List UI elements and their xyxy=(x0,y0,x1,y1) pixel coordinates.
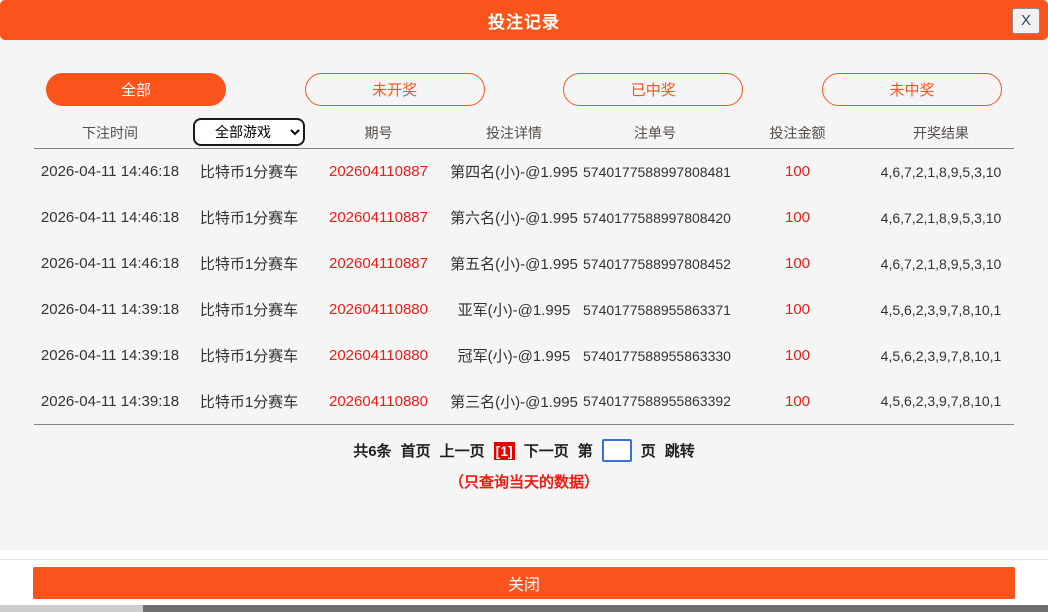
close-x-button[interactable]: X xyxy=(1012,8,1040,34)
bet-details-cell: 冠军(小)-@1.995 xyxy=(445,333,583,379)
bet-amount-cell: 100 xyxy=(727,333,868,379)
scrollbar-thumb[interactable] xyxy=(143,605,1048,612)
order-number-cell: 5740177588997808481 xyxy=(583,149,727,195)
header-game-filter: 全部游戏 xyxy=(186,118,312,149)
table-row: 2026-04-11 14:46:18 比特币1分赛车 202604110887… xyxy=(34,241,1014,287)
game-filter-select[interactable]: 全部游戏 xyxy=(193,118,305,146)
next-page-link[interactable]: 下一页 xyxy=(524,440,569,461)
page-title: 投注记录 xyxy=(488,8,560,33)
bet-time-cell: 2026-04-11 14:39:18 xyxy=(34,287,186,333)
game-name-cell: 比特币1分赛车 xyxy=(186,149,312,195)
order-number-cell: 5740177588955863330 xyxy=(583,333,727,379)
table-row: 2026-04-11 14:39:18 比特币1分赛车 202604110880… xyxy=(34,287,1014,333)
bet-details-cell: 第四名(小)-@1.995 xyxy=(445,149,583,195)
total-count-label: 共6条 xyxy=(353,440,391,461)
game-name-cell: 比特币1分赛车 xyxy=(186,379,312,425)
records-body: 2026-04-11 14:46:18 比特币1分赛车 202604110887… xyxy=(34,149,1014,425)
footer-divider xyxy=(0,550,1048,560)
game-name-cell: 比特币1分赛车 xyxy=(186,195,312,241)
filter-won-button[interactable]: 已中奖 xyxy=(563,73,743,106)
bet-time-cell: 2026-04-11 14:39:18 xyxy=(34,379,186,425)
table-row: 2026-04-11 14:39:18 比特币1分赛车 202604110880… xyxy=(34,379,1014,425)
modal-footer: 关闭 xyxy=(0,550,1048,605)
header-bet-time: 下注时间 xyxy=(34,118,186,149)
draw-result-cell: 4,6,7,2,1,8,9,5,3,10 xyxy=(868,149,1014,195)
draw-result-cell: 4,5,6,2,3,9,7,8,10,1 xyxy=(868,379,1014,425)
filter-all-button[interactable]: 全部 xyxy=(46,73,226,106)
header-draw-result: 开奖结果 xyxy=(868,118,1014,149)
jump-prefix-label: 第 xyxy=(578,440,593,461)
header-bet-details: 投注详情 xyxy=(445,118,583,149)
close-button[interactable]: 关闭 xyxy=(33,567,1015,599)
table-row: 2026-04-11 14:39:18 比特币1分赛车 202604110880… xyxy=(34,333,1014,379)
game-name-cell: 比特币1分赛车 xyxy=(186,241,312,287)
header-order-number: 注单号 xyxy=(583,118,727,149)
filter-lost-button[interactable]: 未中奖 xyxy=(822,73,1002,106)
bet-amount-cell: 100 xyxy=(727,241,868,287)
bet-details-cell: 亚军(小)-@1.995 xyxy=(445,287,583,333)
draw-result-cell: 4,6,7,2,1,8,9,5,3,10 xyxy=(868,241,1014,287)
period-cell: 202604110887 xyxy=(312,195,445,241)
bet-time-cell: 2026-04-11 14:39:18 xyxy=(34,333,186,379)
modal-titlebar: 投注记录 X xyxy=(0,0,1048,40)
period-cell: 202604110880 xyxy=(312,287,445,333)
table-row: 2026-04-11 14:46:18 比特币1分赛车 202604110887… xyxy=(34,195,1014,241)
period-cell: 202604110887 xyxy=(312,149,445,195)
bet-time-cell: 2026-04-11 14:46:18 xyxy=(34,195,186,241)
draw-result-cell: 4,5,6,2,3,9,7,8,10,1 xyxy=(868,333,1014,379)
period-cell: 202604110880 xyxy=(312,379,445,425)
jump-suffix-label: 页 xyxy=(641,440,656,461)
prev-page-link[interactable]: 上一页 xyxy=(440,440,485,461)
page-number-input[interactable] xyxy=(602,439,632,462)
horizontal-scrollbar[interactable] xyxy=(0,605,1048,612)
bet-amount-cell: 100 xyxy=(727,195,868,241)
order-number-cell: 5740177588955863392 xyxy=(583,379,727,425)
game-name-cell: 比特币1分赛车 xyxy=(186,287,312,333)
table-row: 2026-04-11 14:46:18 比特币1分赛车 202604110887… xyxy=(34,149,1014,195)
bet-details-cell: 第五名(小)-@1.995 xyxy=(445,241,583,287)
filter-tabs: 全部 未开奖 已中奖 未中奖 xyxy=(0,40,1048,106)
current-page-badge: [1] xyxy=(494,442,515,460)
bet-time-cell: 2026-04-11 14:46:18 xyxy=(34,149,186,195)
draw-result-cell: 4,6,7,2,1,8,9,5,3,10 xyxy=(868,195,1014,241)
first-page-link[interactable]: 首页 xyxy=(401,440,431,461)
order-number-cell: 5740177588955863371 xyxy=(583,287,727,333)
bet-amount-cell: 100 xyxy=(727,379,868,425)
jump-button[interactable]: 跳转 xyxy=(665,440,695,461)
today-only-note: （只查询当天的数据） xyxy=(0,471,1048,492)
pagination: 共6条 首页 上一页 [1] 下一页 第 页 跳转 xyxy=(0,439,1048,462)
order-number-cell: 5740177588997808452 xyxy=(583,241,727,287)
header-bet-amount: 投注金额 xyxy=(727,118,868,149)
bet-details-cell: 第三名(小)-@1.995 xyxy=(445,379,583,425)
period-cell: 202604110887 xyxy=(312,241,445,287)
draw-result-cell: 4,5,6,2,3,9,7,8,10,1 xyxy=(868,287,1014,333)
header-period: 期号 xyxy=(312,118,445,149)
bet-time-cell: 2026-04-11 14:46:18 xyxy=(34,241,186,287)
bet-details-cell: 第六名(小)-@1.995 xyxy=(445,195,583,241)
bet-amount-cell: 100 xyxy=(727,149,868,195)
filter-undrawn-button[interactable]: 未开奖 xyxy=(305,73,485,106)
table-header-row: 下注时间 全部游戏 期号 投注详情 注单号 投注金额 开奖结果 xyxy=(34,118,1014,149)
period-cell: 202604110880 xyxy=(312,333,445,379)
bet-amount-cell: 100 xyxy=(727,287,868,333)
bet-records-table: 下注时间 全部游戏 期号 投注详情 注单号 投注金额 开奖结果 2026-04-… xyxy=(34,118,1014,425)
order-number-cell: 5740177588997808420 xyxy=(583,195,727,241)
game-name-cell: 比特币1分赛车 xyxy=(186,333,312,379)
